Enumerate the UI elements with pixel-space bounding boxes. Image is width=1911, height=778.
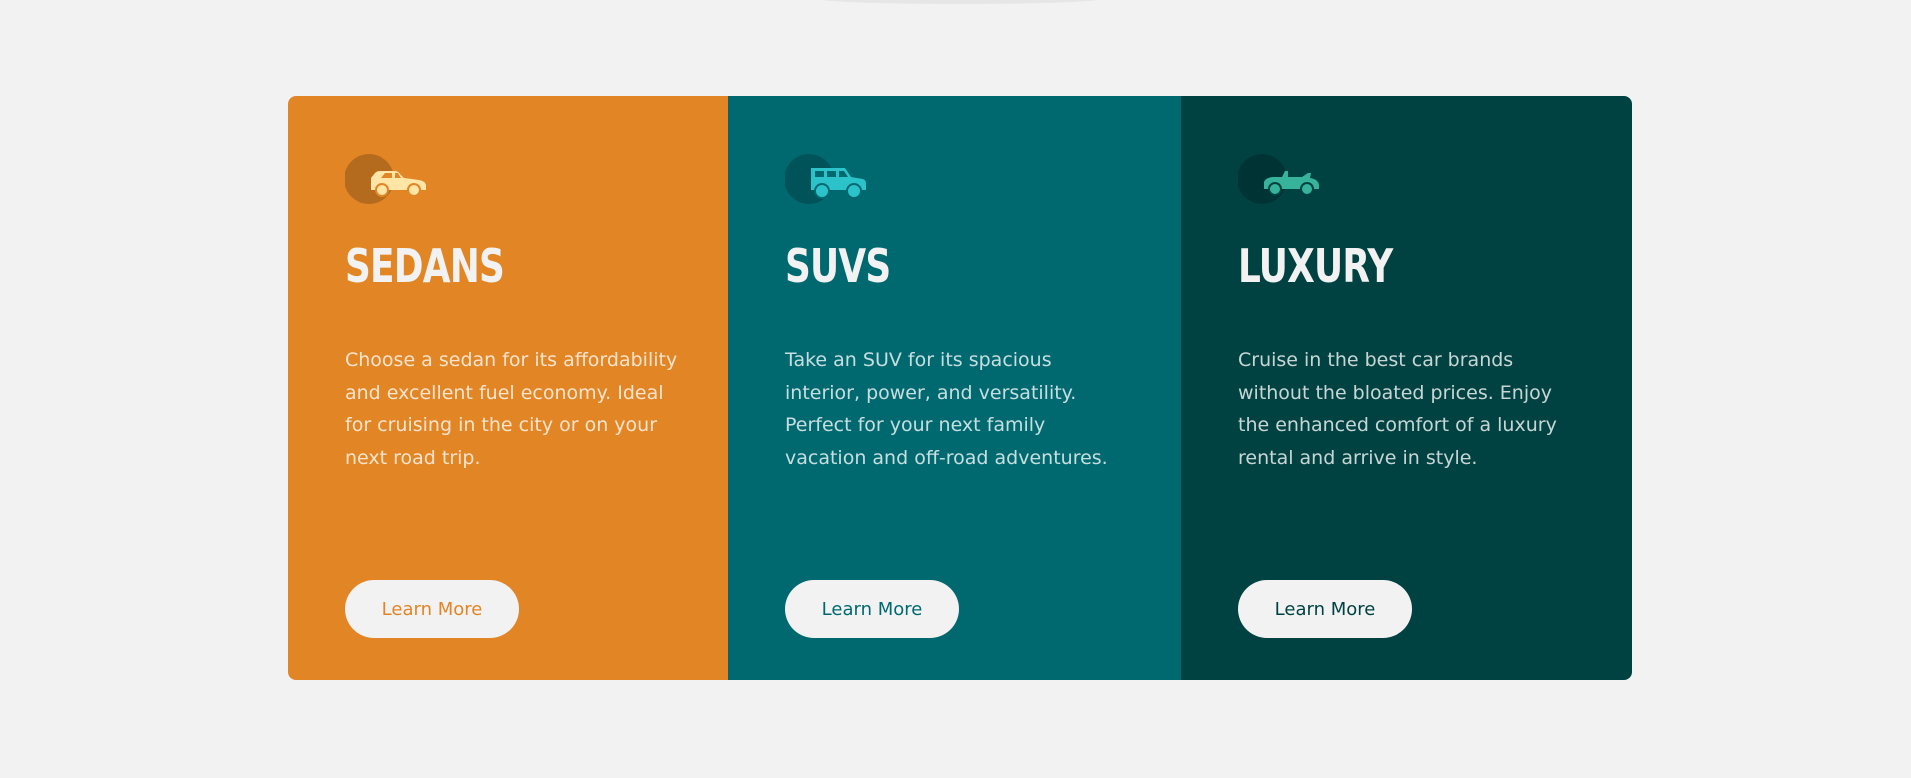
card-description: Choose a sedan for its affordability and… — [345, 349, 678, 469]
card-luxury: LUXURY Cruise in the best car brands wit… — [1181, 96, 1632, 680]
learn-more-button-suvs[interactable]: Learn More — [785, 580, 959, 638]
luxury-convertible-icon — [1238, 153, 1320, 205]
card-title: SEDANS — [345, 239, 505, 293]
car-category-cards: SEDANS Choose a sedan for its affordabil… — [288, 96, 1632, 680]
card-title: LUXURY — [1238, 239, 1393, 293]
card-suvs: SUVS Take an SUV for its spacious interi… — [728, 96, 1181, 680]
top-shadow — [820, 0, 1100, 4]
suv-car-icon — [785, 153, 867, 205]
learn-more-button-luxury[interactable]: Learn More — [1238, 580, 1412, 638]
learn-more-button-sedans[interactable]: Learn More — [345, 580, 519, 638]
card-sedans: SEDANS Choose a sedan for its affordabil… — [288, 96, 728, 680]
sedan-car-icon — [345, 153, 427, 205]
card-description: Cruise in the best car brands without th… — [1238, 349, 1557, 469]
card-description: Take an SUV for its spacious interior, p… — [785, 349, 1108, 469]
card-title: SUVS — [785, 239, 891, 293]
